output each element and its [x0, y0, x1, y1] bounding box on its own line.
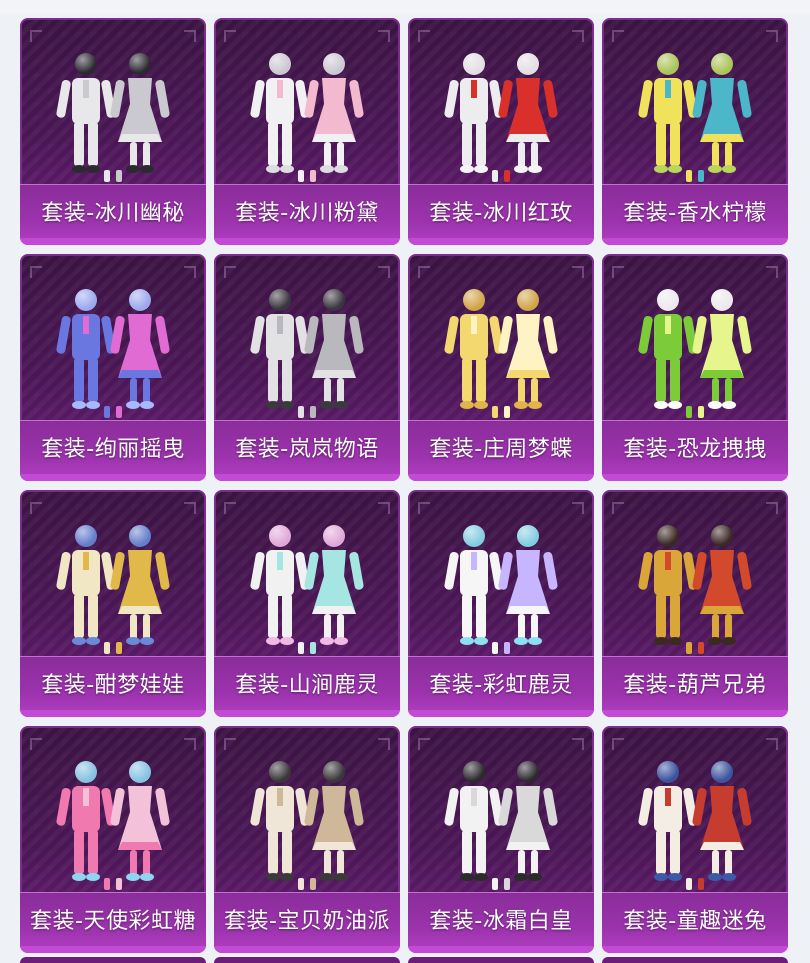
- outfit-label-bar: 套装-天使彩虹糖: [20, 892, 206, 953]
- outfit-preview-image: [214, 726, 400, 892]
- outfit-name: 套装-冰霜白皇: [429, 909, 573, 934]
- outfit-label-bar: 套装-酣梦娃娃: [20, 656, 206, 717]
- outfit-name: 套装-庄周梦蝶: [429, 437, 573, 462]
- outfit-preview-image: [408, 726, 594, 892]
- outfit-card[interactable]: 套装-童趣迷兔: [602, 726, 788, 953]
- outfit-name: 套装-绚丽摇曳: [41, 437, 185, 462]
- outfit-label-bar: 套装-绚丽摇曳: [20, 420, 206, 481]
- outfit-preview-image: [214, 254, 400, 420]
- outfit-card[interactable]: 套装-冰川幽秘: [20, 18, 206, 245]
- outfit-preview-image: [602, 726, 788, 892]
- outfit-name: 套装-冰川红玫: [429, 201, 573, 226]
- outfit-label-bar: 套装-山涧鹿灵: [214, 656, 400, 717]
- outfit-label-bar: 套装-恐龙拽拽: [602, 420, 788, 481]
- outfit-card[interactable]: 套装-山涧鹿灵: [214, 490, 400, 717]
- outfit-name: 套装-冰川粉黛: [235, 201, 379, 226]
- outfit-name: 套装-宝贝奶油派: [224, 909, 390, 934]
- outfit-preview-image: [602, 18, 788, 184]
- outfit-preview-image: [214, 18, 400, 184]
- outfit-name: 套装-酣梦娃娃: [41, 673, 185, 698]
- outfit-name: 套装-葫芦兄弟: [623, 673, 767, 698]
- outfit-card[interactable]: 套装-冰川红玫: [408, 18, 594, 245]
- outfit-name: 套装-天使彩虹糖: [30, 909, 196, 934]
- outfit-name: 套装-冰川幽秘: [41, 201, 185, 226]
- outfit-preview-image: [408, 490, 594, 656]
- outfit-name: 套装-恐龙拽拽: [623, 437, 767, 462]
- outfit-card[interactable]: 套装-冰川粉黛: [214, 18, 400, 245]
- outfit-label-bar: 套装-童趣迷兔: [602, 892, 788, 953]
- outfit-preview-image: [408, 18, 594, 184]
- outfit-preview-image: [408, 254, 594, 420]
- outfit-card[interactable]: 套装-天使彩虹糖: [20, 726, 206, 953]
- outfit-preview-image: [602, 490, 788, 656]
- outfit-label-bar: 套装-宝贝奶油派: [214, 892, 400, 953]
- outfit-preview-image: [602, 254, 788, 420]
- outfit-label-bar: 套装-冰霜白皇: [408, 892, 594, 953]
- outfit-card[interactable]: 套装-恐龙拽拽: [602, 254, 788, 481]
- outfit-name: 套装-彩虹鹿灵: [429, 673, 573, 698]
- outfit-preview-image: [20, 726, 206, 892]
- outfit-name: 套装-山涧鹿灵: [235, 673, 379, 698]
- outfit-preview-image: [20, 18, 206, 184]
- outfit-grid: 套装-冰川幽秘 套装-冰川粉黛 套装-冰川红玫 套装-香水柠檬 套装-绚丽摇曳 …: [20, 18, 788, 953]
- outfit-label-bar: 套装-冰川幽秘: [20, 184, 206, 245]
- outfit-card[interactable]: 套装-冰霜白皇: [408, 726, 594, 953]
- outfit-label-bar: 套装-冰川红玫: [408, 184, 594, 245]
- outfit-name: 套装-香水柠檬: [623, 201, 767, 226]
- top-spacer: [0, 0, 810, 14]
- outfit-card[interactable]: 套装-岚岚物语: [214, 254, 400, 481]
- outfit-name: 套装-岚岚物语: [235, 437, 379, 462]
- next-row-card-peek: [214, 957, 400, 963]
- outfit-card[interactable]: 套装-绚丽摇曳: [20, 254, 206, 481]
- next-row-card-peek: [408, 957, 594, 963]
- outfit-card[interactable]: 套装-宝贝奶油派: [214, 726, 400, 953]
- outfit-label-bar: 套装-庄周梦蝶: [408, 420, 594, 481]
- outfit-card[interactable]: 套装-香水柠檬: [602, 18, 788, 245]
- outfit-label-bar: 套装-岚岚物语: [214, 420, 400, 481]
- outfit-label-bar: 套装-香水柠檬: [602, 184, 788, 245]
- next-row-card-peek: [20, 957, 206, 963]
- next-row-card-peek: [602, 957, 788, 963]
- outfit-card[interactable]: 套装-酣梦娃娃: [20, 490, 206, 717]
- outfit-label-bar: 套装-冰川粉黛: [214, 184, 400, 245]
- outfit-card[interactable]: 套装-葫芦兄弟: [602, 490, 788, 717]
- outfit-card[interactable]: 套装-庄周梦蝶: [408, 254, 594, 481]
- outfit-label-bar: 套装-彩虹鹿灵: [408, 656, 594, 717]
- outfit-card[interactable]: 套装-彩虹鹿灵: [408, 490, 594, 717]
- outfit-preview-image: [20, 254, 206, 420]
- outfit-name: 套装-童趣迷兔: [623, 909, 767, 934]
- outfit-label-bar: 套装-葫芦兄弟: [602, 656, 788, 717]
- outfit-preview-image: [20, 490, 206, 656]
- outfit-preview-image: [214, 490, 400, 656]
